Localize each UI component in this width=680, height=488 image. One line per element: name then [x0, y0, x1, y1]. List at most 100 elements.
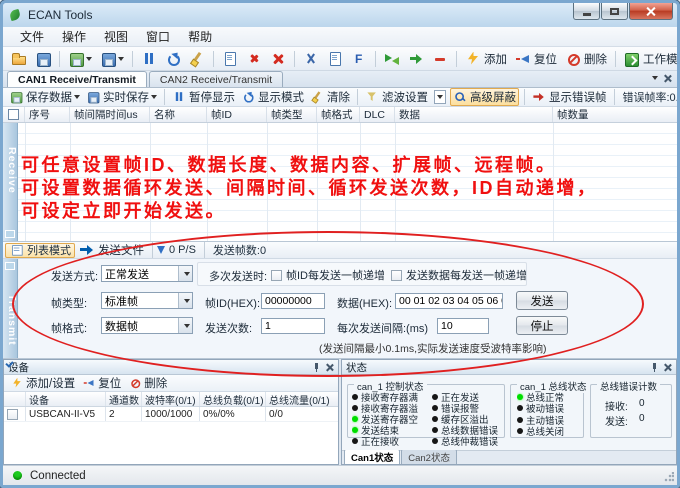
status-item: 总线正常 [517, 391, 564, 403]
tab-can1[interactable]: CAN1 Receive/Transmit [7, 71, 147, 87]
cut-button[interactable] [300, 50, 322, 68]
send-file-button[interactable]: 发送文件 [76, 241, 147, 259]
col-channels[interactable]: 通道数 [106, 392, 142, 406]
tab-can2-status[interactable]: Can2状态 [401, 449, 457, 464]
receive-side-tab[interactable]: Receive [3, 125, 18, 215]
panel-restore-icon[interactable] [5, 230, 15, 238]
remove-line-button[interactable] [429, 50, 451, 68]
checkbox-box[interactable] [391, 270, 402, 281]
work-mode-button[interactable]: 工作模式 [621, 50, 680, 68]
col-frame-format[interactable]: 帧格式 [317, 107, 360, 122]
format-button[interactable] [348, 50, 370, 68]
save-data-dropdown-button[interactable] [65, 50, 95, 68]
close-button[interactable] [629, 3, 673, 20]
error-tx-label: 发送: [605, 413, 628, 428]
status-item: 总线仲裁错误 [432, 435, 502, 446]
realtime-save-icon [87, 91, 100, 104]
menu-view[interactable]: 视图 [95, 26, 137, 47]
col-device[interactable]: 设备 [26, 392, 106, 406]
pause-display-button[interactable]: 暂停显示 [170, 89, 237, 105]
col-bus-load[interactable]: 总线负载(0/1) [200, 392, 266, 406]
delete-device-button[interactable]: 删除 [562, 50, 610, 68]
frame-id-input[interactable]: 00000000 [261, 293, 325, 309]
clear-button[interactable] [186, 50, 208, 68]
interval-input[interactable]: 10 [437, 318, 489, 334]
delete-row-button[interactable] [243, 50, 265, 68]
inc-frame-id-checkbox[interactable]: 帧ID每发送一帧递增 [271, 267, 385, 283]
col-bus-traffic[interactable]: 总线流量(0/1) [266, 392, 338, 406]
show-error-frames-button[interactable]: 显示错误帧 [530, 89, 609, 105]
close-panel-icon[interactable] [664, 363, 672, 371]
close-panel-icon[interactable] [326, 363, 334, 371]
tab-can1-status[interactable]: Can1状态 [344, 449, 400, 464]
combo-dropdown-button[interactable] [178, 293, 192, 308]
menu-operate[interactable]: 操作 [53, 26, 95, 47]
data-input[interactable]: 00 01 02 03 04 05 06 07 [395, 293, 503, 309]
col-dlc[interactable]: DLC [360, 107, 395, 122]
save-data-button[interactable]: 保存数据 [7, 89, 82, 105]
reset-icon [515, 51, 531, 67]
copy-button[interactable] [219, 50, 241, 68]
open-button[interactable] [8, 50, 30, 68]
pause-button[interactable] [138, 50, 160, 68]
send-mode-select[interactable]: 正常发送 [101, 265, 193, 282]
clear-list-button[interactable]: 清除 [308, 89, 352, 105]
checkbox-box[interactable] [271, 270, 282, 281]
minimize-button[interactable] [573, 3, 600, 20]
col-frame-id[interactable]: 帧ID [207, 107, 267, 122]
panel-restore-icon[interactable] [5, 262, 15, 270]
forward-button[interactable] [405, 50, 427, 68]
close-icon [646, 6, 656, 16]
reset-button[interactable]: 复位 [512, 50, 560, 68]
tab-close-icon[interactable] [664, 74, 672, 82]
inc-data-checkbox[interactable]: 发送数据每发送一帧递增 [391, 267, 527, 283]
device-add-button[interactable]: 添加/设置 [8, 374, 78, 392]
device-enabled-checkbox[interactable] [7, 409, 18, 420]
receive-list-area[interactable]: Receive 可任意设置帧ID、数据长度、数据内容、扩展帧、远程帧。 可设置数… [3, 123, 677, 241]
tab-list-dropdown[interactable] [652, 76, 658, 80]
send-count-input[interactable]: 1 [261, 318, 325, 334]
select-all-cell[interactable] [3, 107, 25, 122]
col-interval[interactable]: 帧间隔时间us [70, 107, 150, 122]
add-device-button[interactable]: 添加 [462, 50, 510, 68]
device-delete-button[interactable]: 删除 [126, 374, 170, 392]
save-log-dropdown-button[interactable] [97, 50, 127, 68]
list-mode-button[interactable]: 列表模式 [5, 243, 75, 258]
send-button[interactable]: 发送 [516, 291, 568, 310]
pin-icon[interactable] [312, 363, 321, 372]
refresh-button[interactable] [162, 50, 184, 68]
frame-type-select[interactable]: 标准帧 [101, 292, 193, 309]
filter-combobox[interactable] [434, 90, 446, 104]
menu-window[interactable]: 窗口 [137, 26, 179, 47]
device-reset-button[interactable]: 复位 [80, 374, 124, 392]
menu-file[interactable]: 文件 [11, 26, 53, 47]
col-baud[interactable]: 波特率(0/1) [142, 392, 200, 406]
col-name[interactable]: 名称 [150, 107, 207, 122]
combo-dropdown-button[interactable] [178, 318, 192, 333]
display-mode-button[interactable]: 显示模式 [239, 89, 306, 105]
frame-format-select[interactable]: 数据帧 [101, 317, 193, 334]
col-data[interactable]: 数据 [395, 107, 553, 122]
sync-button[interactable] [381, 50, 403, 68]
col-frame-count[interactable]: 帧数量 [553, 107, 677, 122]
pin-icon[interactable] [650, 363, 659, 372]
select-all-checkbox[interactable] [8, 109, 19, 120]
maximize-icon [610, 8, 619, 15]
delete-all-button[interactable] [267, 50, 289, 68]
send-file-label: 发送文件 [98, 242, 144, 258]
maximize-button[interactable] [601, 3, 628, 20]
advanced-mask-button[interactable]: 高级屏蔽 [450, 88, 519, 106]
transmit-side-tab[interactable]: Transmit [3, 275, 18, 365]
menu-help[interactable]: 帮助 [179, 26, 221, 47]
combo-dropdown-button[interactable] [178, 266, 192, 281]
paste-button[interactable] [324, 50, 346, 68]
realtime-save-button[interactable]: 实时保存 [84, 89, 159, 105]
resize-grip[interactable] [664, 472, 674, 482]
tab-can2[interactable]: CAN2 Receive/Transmit [149, 71, 283, 87]
col-index[interactable]: 序号 [25, 107, 70, 122]
filter-settings-button[interactable]: 滤波设置 [363, 89, 430, 105]
save-button[interactable] [32, 50, 54, 68]
device-row[interactable]: USBCAN-II-V5 2 1000/1000 0%/0% 0/0 [4, 407, 338, 422]
col-frame-type[interactable]: 帧类型 [267, 107, 317, 122]
stop-button[interactable]: 停止 [516, 316, 568, 335]
